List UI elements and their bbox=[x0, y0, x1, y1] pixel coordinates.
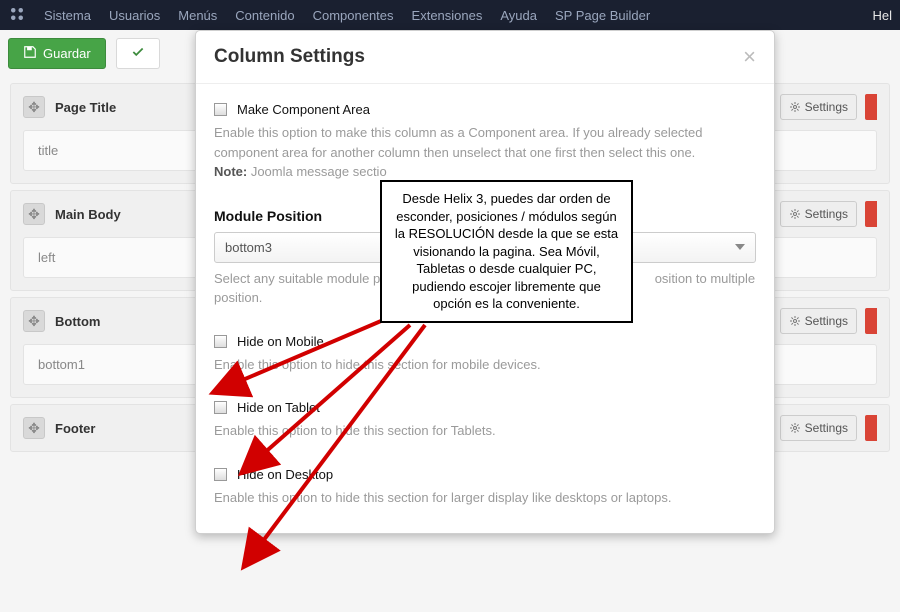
make-component-label: Make Component Area bbox=[237, 102, 370, 117]
modal-header: Column Settings × bbox=[196, 31, 774, 84]
hide-desktop-label: Hide on Desktop bbox=[237, 467, 333, 482]
note-label: Note: bbox=[214, 164, 247, 179]
hide-desktop-section: Hide on Desktop Enable this option to hi… bbox=[214, 467, 756, 508]
hide-mobile-section: Hide on Mobile Enable this option to hid… bbox=[214, 334, 756, 375]
make-component-help: Enable this option to make this column a… bbox=[214, 123, 756, 182]
hide-desktop-help: Enable this option to hide this section … bbox=[214, 488, 756, 508]
hide-tablet-help: Enable this option to hide this section … bbox=[214, 421, 756, 441]
close-icon[interactable]: × bbox=[743, 46, 756, 68]
module-position-value: bottom3 bbox=[225, 240, 272, 255]
modal-title: Column Settings bbox=[214, 46, 743, 68]
hide-desktop-checkbox[interactable] bbox=[214, 468, 227, 481]
hide-tablet-section: Hide on Tablet Enable this option to hid… bbox=[214, 400, 756, 441]
hide-tablet-checkbox[interactable] bbox=[214, 401, 227, 414]
make-component-checkbox[interactable] bbox=[214, 103, 227, 116]
annotation-callout: Desde Helix 3, puedes dar orden de escon… bbox=[380, 180, 633, 323]
make-component-section: Make Component Area Enable this option t… bbox=[214, 102, 756, 182]
hide-tablet-label: Hide on Tablet bbox=[237, 400, 320, 415]
hide-mobile-checkbox[interactable] bbox=[214, 335, 227, 348]
hide-mobile-label: Hide on Mobile bbox=[237, 334, 324, 349]
chevron-down-icon bbox=[735, 244, 745, 250]
hide-mobile-help: Enable this option to hide this section … bbox=[214, 355, 756, 375]
